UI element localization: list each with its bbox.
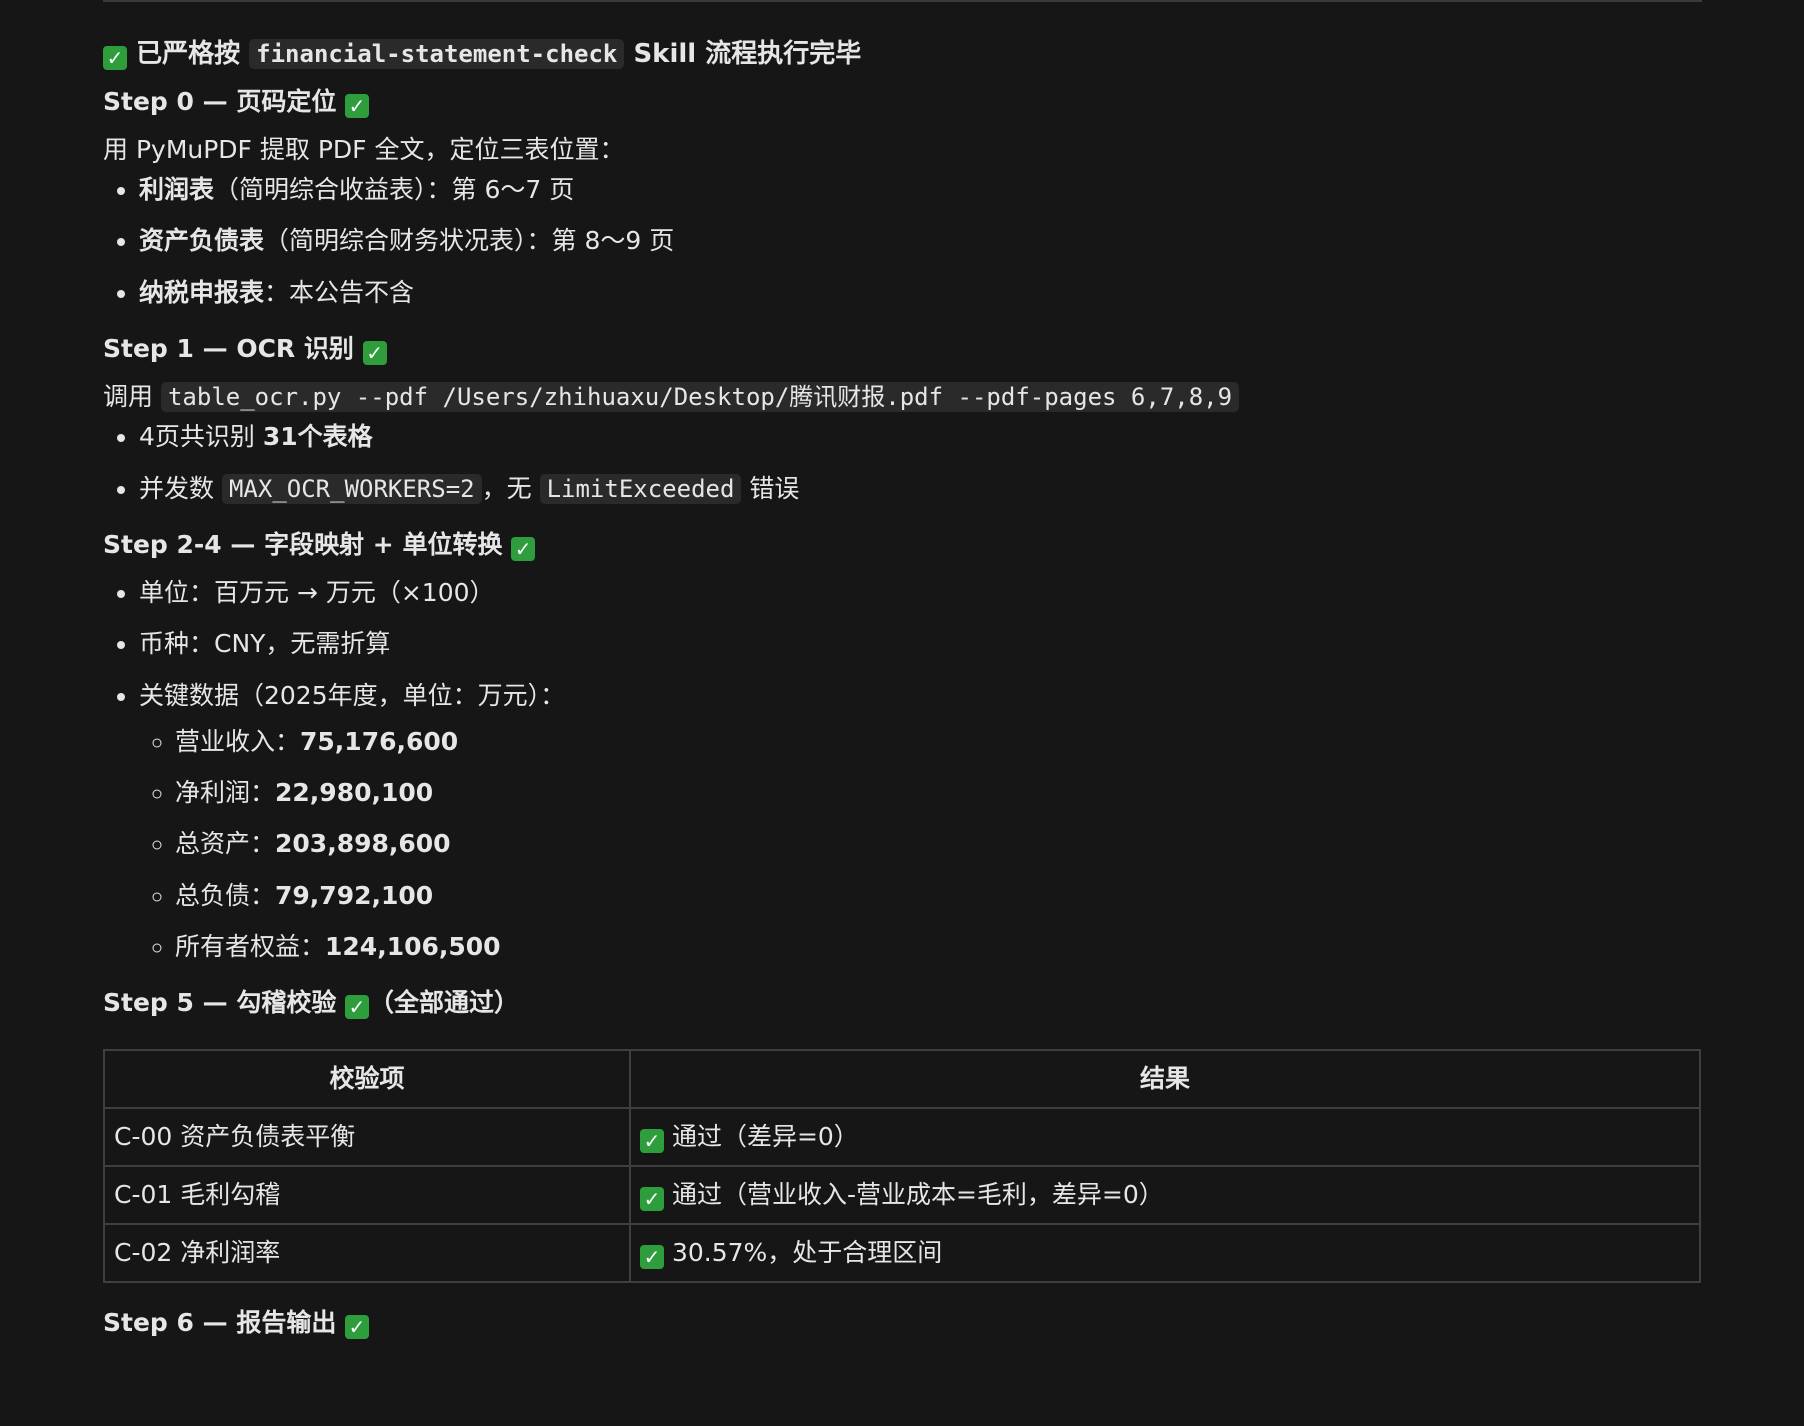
item-text: （简明综合收益表）：第 6～7 页 [214,175,575,205]
step0-list: 利润表（简明综合收益表）：第 6～7 页 资产负债表（简明综合财务状况表）：第 … [103,172,1703,311]
item-text: 并发数 [139,473,215,503]
table-cell: ✓ 30.57%，处于合理区间 [629,1223,1701,1284]
key-label: 净利润： [175,778,276,808]
step0-heading: Step 0 — 页码定位 ✓ [103,84,1703,120]
step0-section: Step 0 — 页码定位 ✓ 用 PyMuPDF 提取 PDF 全文，定位三表… [103,84,1703,311]
list-item: 并发数 MAX_OCR_WORKERS=2，无 LimitExceeded 错误 [139,471,1703,507]
list-item: 单位：百万元 → 万元（×100） [139,575,1703,611]
table-cell: C-01 毛利勾稽 [103,1165,631,1226]
step1-section: Step 1 — OCR 识别 ✓ 调用 table_ocr.py --pdf … [103,331,1703,507]
title-prefix: 已严格按 [136,39,241,69]
list-item: 资产负债表（简明综合财务状况表）：第 8～9 页 [139,223,1703,259]
item-bold: 资产负债表 [139,226,265,256]
title-suffix: Skill 流程执行完毕 [633,39,862,69]
step6-heading-text: Step 6 — 报告输出 [103,1308,337,1338]
key-data-item: 净利润：22,980,100 [175,775,1703,811]
check-mark-icon: ✓ [511,536,536,561]
table-cell: C-02 净利润率 [103,1223,631,1284]
item-text: 关键数据（2025年度，单位：万元）： [139,680,566,710]
check-mark-icon: ✓ [362,340,387,365]
check-mark-icon: ✓ [640,1245,664,1270]
top-divider [103,0,1702,2]
table-cell: ✓ 通过（差异=0） [629,1107,1701,1168]
ocr-command-code: table_ocr.py --pdf /Users/zhihuaxu/Deskt… [160,382,1240,413]
result-text: 30.57%，处于合理区间 [671,1238,943,1268]
column-header: 校验项 [103,1049,631,1110]
column-header: 结果 [629,1049,1701,1110]
list-item: 币种：CNY，无需折算 [139,626,1703,662]
key-data-item: 营业收入：75,176,600 [175,724,1703,760]
key-data-item: 所有者权益：124,106,500 [175,929,1703,965]
key-value: 79,792,100 [275,880,434,910]
key-label: 营业收入： [175,726,301,756]
table-row: C-00 资产负债表平衡 ✓ 通过（差异=0） [103,1107,1701,1168]
step5-section: Step 5 — 勾稽校验 ✓ （全部通过） 校验项 结果 C-00 资产负债表平… [103,985,1703,1284]
key-data-item: 总资产：203,898,600 [175,826,1703,862]
table-cell: C-00 资产负债表平衡 [103,1107,631,1168]
key-value: 22,980,100 [275,778,434,808]
step0-heading-text: Step 0 — 页码定位 [103,86,337,116]
step1-intro: 调用 table_ocr.py --pdf /Users/zhihuaxu/De… [103,379,1703,415]
table-row: C-02 净利润率 ✓ 30.57%，处于合理区间 [103,1223,1701,1284]
step24-heading-text: Step 2-4 — 字段映射 + 单位转换 [103,529,503,559]
step6-heading: Step 6 — 报告输出 ✓ [103,1305,1703,1341]
step1-list: 4页共识别 31个表格 并发数 MAX_OCR_WORKERS=2，无 Limi… [103,419,1703,507]
check-mark-icon: ✓ [345,93,370,118]
check-mark-icon: ✓ [345,1315,370,1340]
check-mark-icon: ✓ [640,1129,664,1154]
list-item: 4页共识别 31个表格 [139,419,1703,455]
key-value: 203,898,600 [275,829,451,859]
table-cell: ✓ 通过（营业收入-营业成本=毛利，差异=0） [629,1165,1701,1226]
step24-section: Step 2-4 — 字段映射 + 单位转换 ✓ 单位：百万元 → 万元（×10… [103,527,1703,965]
workers-code: MAX_OCR_WORKERS=2 [221,473,482,504]
step24-list: 单位：百万元 → 万元（×100） 币种：CNY，无需折算 关键数据（2025年… [103,575,1703,965]
key-value: 124,106,500 [325,931,501,961]
table-header-row: 校验项 结果 [103,1049,1701,1110]
table-row: C-01 毛利勾稽 ✓ 通过（营业收入-营业成本=毛利，差异=0） [103,1165,1701,1226]
item-bold: 31个表格 [262,422,373,452]
check-mark-icon: ✓ [640,1187,664,1212]
item-text: 错误 [749,473,800,503]
key-value: 75,176,600 [300,726,459,756]
item-text: ，无 [481,473,532,503]
check-mark-icon: ✓ [345,995,370,1020]
item-text: 4页共识别 [139,422,255,452]
result-text: 通过（差异=0） [671,1122,859,1152]
step5-heading: Step 5 — 勾稽校验 ✓ （全部通过） [103,985,1703,1021]
key-data-list: 营业收入：75,176,600 净利润：22,980,100 总资产：203,8… [139,724,1703,965]
step5-heading-text: Step 5 — 勾稽校验 [103,988,337,1018]
step0-intro: 用 PyMuPDF 提取 PDF 全文，定位三表位置： [103,134,625,164]
item-text: ：本公告不含 [264,277,415,307]
intro-prefix: 调用 [103,382,154,412]
key-label: 所有者权益： [175,931,326,961]
skill-name-code: financial-statement-check [249,39,625,69]
list-item: 纳税申报表：本公告不含 [139,275,1703,311]
list-item: 利润表（简明综合收益表）：第 6～7 页 [139,172,1703,208]
step6-section: Step 6 — 报告输出 ✓ [103,1305,1703,1341]
item-bold: 利润表 [139,175,215,205]
validation-table: 校验项 结果 C-00 资产负债表平衡 ✓ 通过（差异=0） C-01 毛利勾稽… [103,1049,1701,1284]
key-label: 总负债： [175,880,276,910]
step5-heading-suffix: （全部通过） [369,988,520,1018]
item-text: （简明综合财务状况表）：第 8～9 页 [264,226,675,256]
step1-heading-text: Step 1 — OCR 识别 [103,333,354,363]
list-item: 关键数据（2025年度，单位：万元）： 营业收入：75,176,600 净利润：… [139,678,1703,966]
item-bold: 纳税申报表 [139,277,265,307]
step24-heading: Step 2-4 — 字段映射 + 单位转换 ✓ [103,527,1703,563]
completion-title: ✓ 已严格按 financial-statement-check Skill 流… [103,36,1703,74]
key-data-item: 总负债：79,792,100 [175,878,1703,914]
key-label: 总资产： [175,829,276,859]
error-code: LimitExceeded [539,473,742,504]
check-mark-icon: ✓ [103,46,127,70]
step1-heading: Step 1 — OCR 识别 ✓ [103,331,1703,367]
message-content: ✓ 已严格按 financial-statement-check Skill 流… [103,36,1703,1342]
result-text: 通过（营业收入-营业成本=毛利，差异=0） [671,1180,1164,1210]
